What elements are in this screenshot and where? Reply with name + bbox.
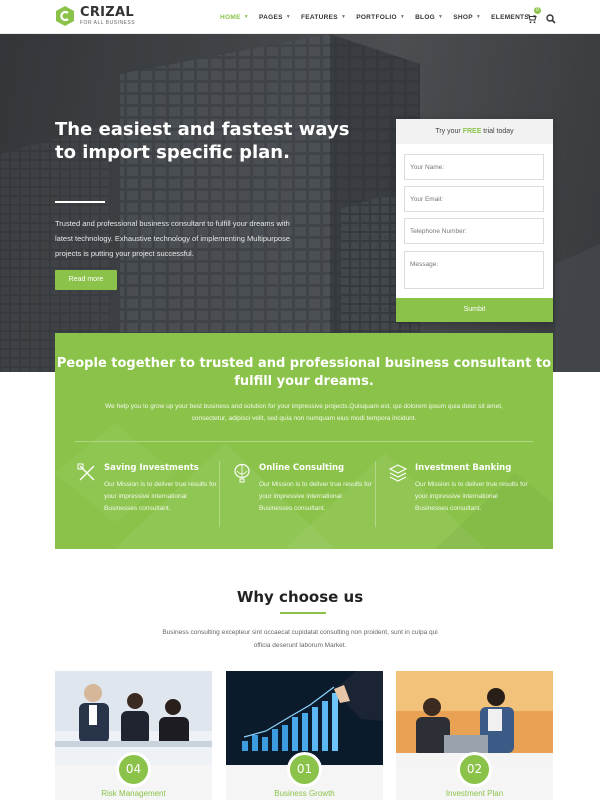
submit-button[interactable]: Sumbit [396, 298, 553, 322]
nav-item-shop[interactable]: SHOP ▼ [453, 14, 481, 21]
logo[interactable]: CRIZAL FOR ALL BUSINESS [56, 6, 135, 26]
features-band: People together to trusted and professio… [55, 333, 553, 549]
cart-count-badge: 0 [534, 7, 541, 14]
nav-item-pages[interactable]: PAGES ▼ [259, 14, 291, 21]
feature-divider [219, 461, 220, 527]
band-divider [75, 441, 533, 442]
chevron-down-icon: ▼ [340, 14, 347, 20]
band-title: People together to trusted and professio… [56, 356, 552, 389]
nav-item-portfolio[interactable]: PORTFOLIO ▼ [356, 14, 405, 21]
chevron-down-icon: ▼ [475, 14, 482, 20]
card-title[interactable]: Business Growth [226, 789, 383, 798]
service-card-investment-plan[interactable]: 02 Investment Plan [396, 671, 553, 800]
cart-button[interactable]: 0 [527, 7, 541, 24]
search-button[interactable] [546, 11, 556, 24]
form-heading: Try your FREE trial today [396, 119, 553, 144]
logo-hexagon-icon [56, 6, 74, 26]
chevron-down-icon: ▼ [243, 14, 249, 20]
chevron-down-icon: ▼ [438, 14, 444, 20]
meeting-photo-image [55, 671, 212, 765]
card-number-badge: 01 [287, 752, 322, 787]
feature-title: Investment Banking [415, 463, 512, 473]
phone-field[interactable]: Telephone Number: [404, 218, 544, 244]
trial-form: Try your FREE trial today Your Name: You… [396, 119, 553, 322]
hero-title: The easiest and fastest ways to import s… [55, 119, 350, 163]
feature-text: Our Mission is to deliver true results f… [415, 481, 528, 512]
site-header: CRIZAL FOR ALL BUSINESS HOME ▼ PAGES ▼ FEA… [0, 0, 600, 34]
card-title[interactable]: Risk Management [55, 789, 212, 798]
name-field[interactable]: Your Name: [404, 154, 544, 180]
service-card-risk-management[interactable]: 04 Risk Management [55, 671, 212, 800]
balloon-icon [234, 463, 250, 483]
feature-title: Saving Investments [104, 463, 199, 473]
service-card-business-growth[interactable]: 01 Business Growth [226, 671, 383, 800]
hero-divider [55, 201, 105, 203]
hero-description: Trusted and professional business consul… [55, 219, 290, 258]
cart-icon [527, 14, 537, 24]
feature-text: Our Mission is to deliver true results f… [104, 481, 217, 512]
nav-item-features[interactable]: FEATURES ▼ [301, 14, 346, 21]
chevron-down-icon: ▼ [285, 14, 291, 20]
feature-title: Online Consulting [259, 463, 345, 473]
chevron-down-icon: ▼ [399, 14, 406, 20]
layers-icon [388, 464, 408, 482]
why-description: Business consulting excepteur sint occae… [162, 629, 438, 649]
band-description: We help you to grow up your best busines… [105, 403, 503, 422]
read-more-button[interactable]: Read more [55, 270, 117, 290]
card-number-badge: 04 [116, 752, 151, 787]
main-nav: HOME ▼ PAGES ▼ FEATURES ▼ PORTFOLIO ▼ BLOG ▼ … [220, 0, 537, 34]
email-field[interactable]: Your Email: [404, 186, 544, 212]
hero-section: The easiest and fastest ways to import s… [0, 34, 600, 372]
feature-text: Our Mission is to deliver true results f… [259, 481, 372, 512]
card-title[interactable]: Investment Plan [396, 789, 553, 798]
laptop-meeting-photo-image [396, 671, 553, 765]
logo-name: CRIZAL [80, 5, 134, 20]
nav-item-home[interactable]: HOME ▼ [220, 14, 249, 21]
card-number-badge: 02 [457, 752, 492, 787]
message-field[interactable]: Message: [404, 251, 544, 289]
feature-divider [375, 461, 376, 527]
logo-tagline: FOR ALL BUSINESS [80, 20, 136, 26]
search-icon [546, 14, 556, 24]
pencil-ruler-icon [77, 463, 95, 481]
why-title: Why choose us [236, 588, 364, 606]
growth-chart-photo-image [226, 671, 383, 765]
nav-item-blog[interactable]: BLOG ▼ [415, 14, 443, 21]
why-divider [280, 612, 326, 614]
